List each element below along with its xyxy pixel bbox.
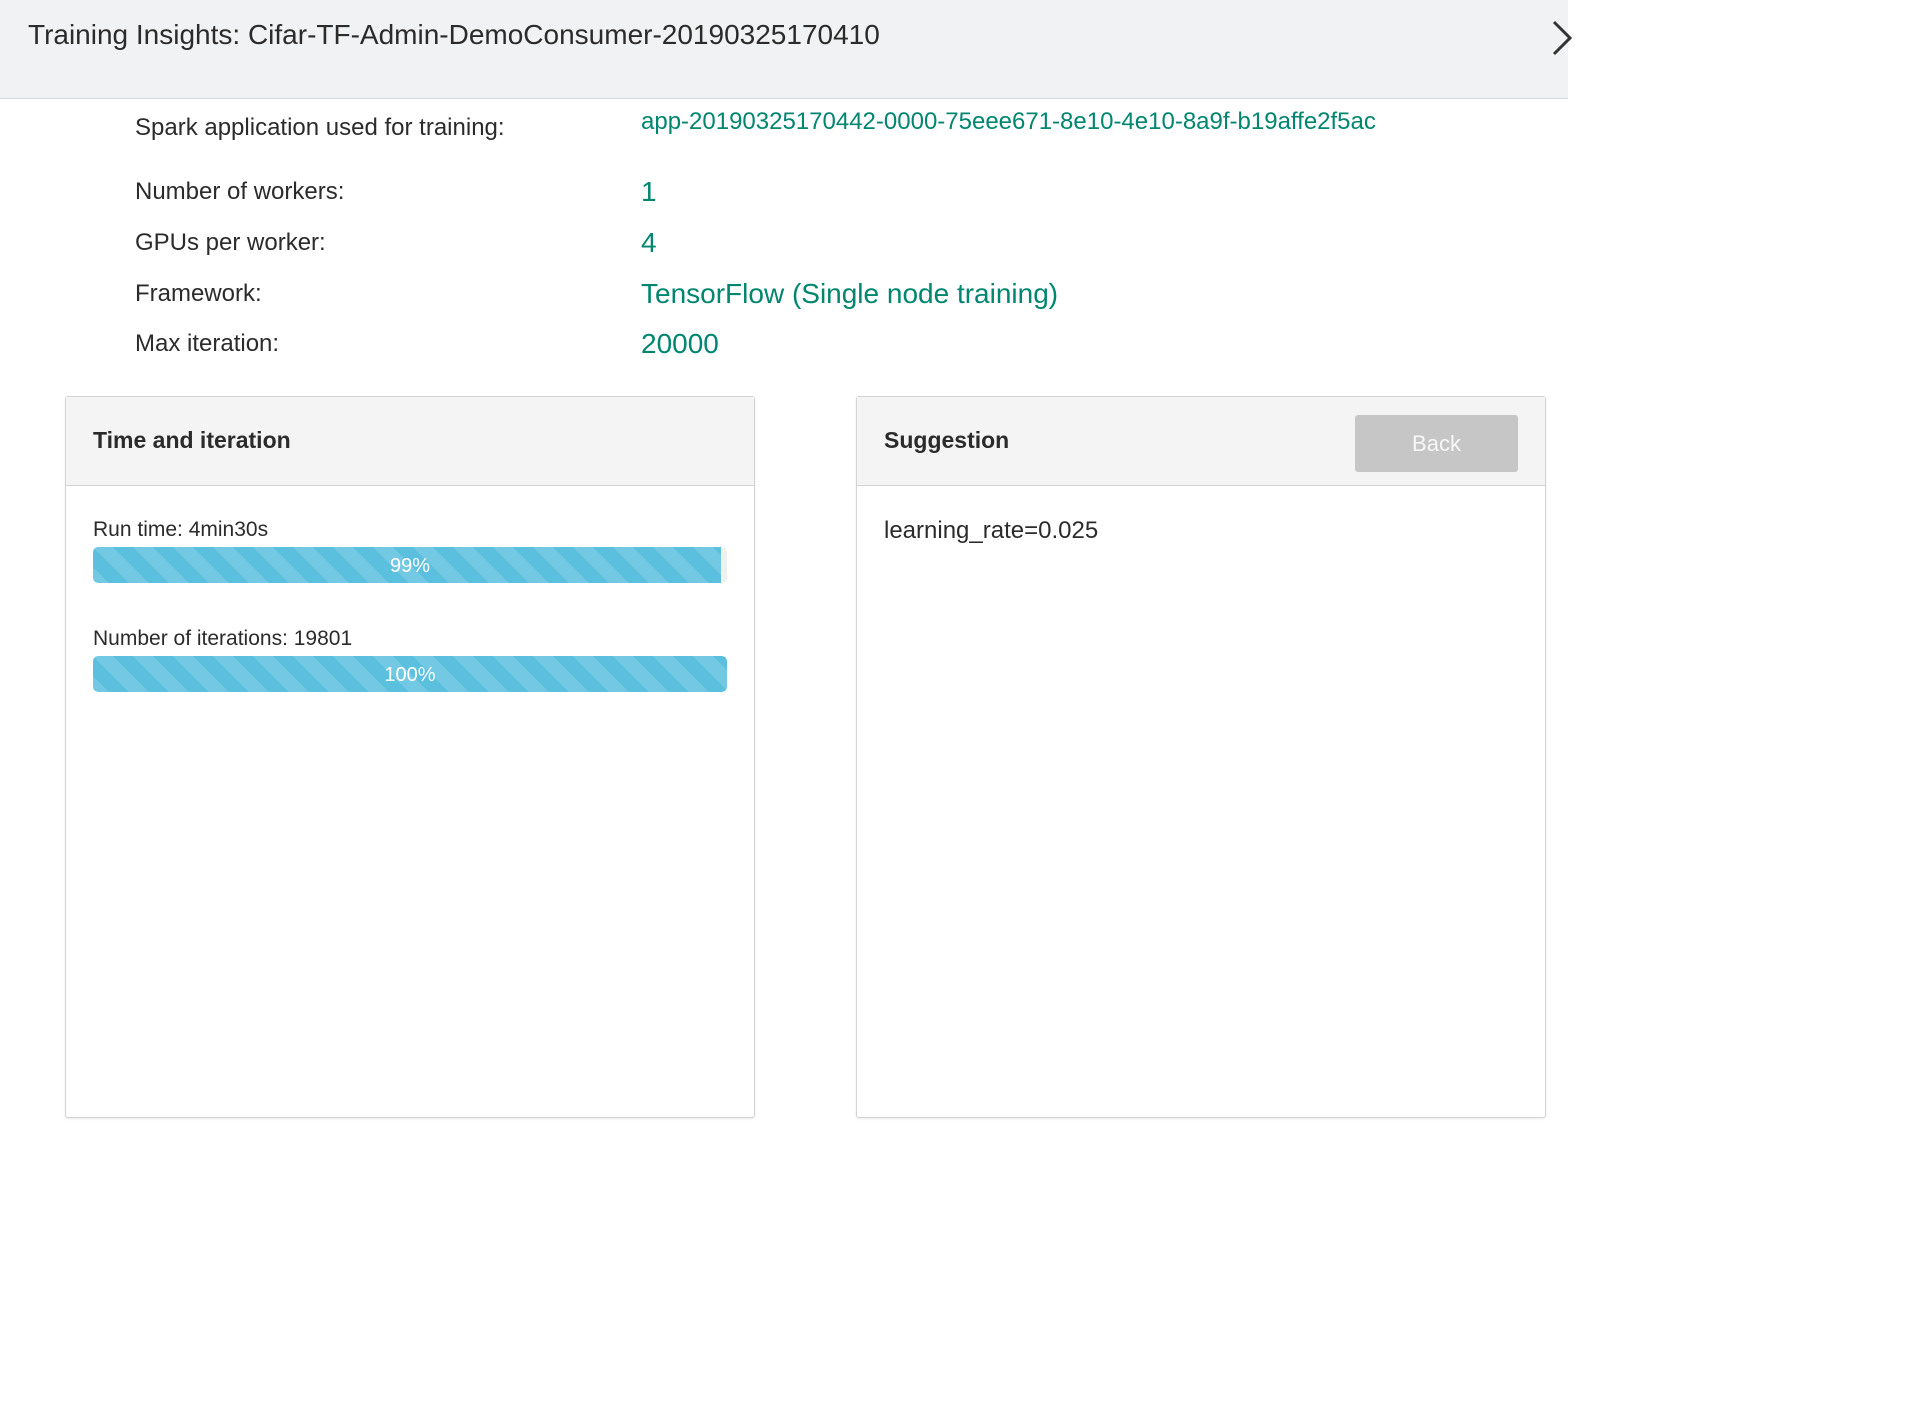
close-icon[interactable] [1552, 20, 1572, 56]
iterations-progress-bar: 100% [93, 656, 727, 692]
run-time-label: Run time: 4min30s [93, 518, 269, 541]
dialog-header: Training Insights: Cifar-TF-Admin-DemoCo… [0, 0, 1572, 99]
workers-label: Number of workers: [135, 178, 345, 205]
workers-value: 1 [641, 176, 657, 207]
iterations-percent: 100% [384, 664, 436, 686]
time-iteration-panel: Time and iteration Run time: 4min30s 99%… [65, 396, 755, 1118]
framework-label: Framework: [135, 280, 262, 307]
time-iteration-title: Time and iteration [93, 427, 291, 453]
max-iteration-label: Max iteration: [135, 330, 280, 357]
iterations-label: Number of iterations: 19801 [93, 627, 353, 650]
suggestion-header: Suggestion Back [857, 397, 1545, 486]
time-iteration-header: Time and iteration [66, 397, 754, 486]
spark-app-link[interactable]: app-20190325170442-0000-75eee671-8e10-4e… [641, 108, 1376, 136]
gpus-value: 4 [641, 227, 657, 258]
max-iteration-value: 20000 [641, 328, 719, 359]
suggestion-text: learning_rate=0.025 [884, 517, 1099, 544]
gpus-label: GPUs per worker: [135, 229, 326, 256]
run-time-percent: 99% [389, 555, 431, 577]
suggestion-title: Suggestion [884, 427, 1010, 453]
dialog-title: Training Insights: Cifar-TF-Admin-DemoCo… [28, 19, 880, 50]
spark-app-label: Spark application used for training: [135, 114, 505, 141]
framework-value: TensorFlow (Single node training) [641, 278, 1059, 309]
suggestion-panel: Suggestion Back learning_rate=0.025 [856, 396, 1546, 1118]
back-button[interactable]: Back [1355, 415, 1518, 472]
run-time-progress-bar: 99% [93, 547, 727, 583]
